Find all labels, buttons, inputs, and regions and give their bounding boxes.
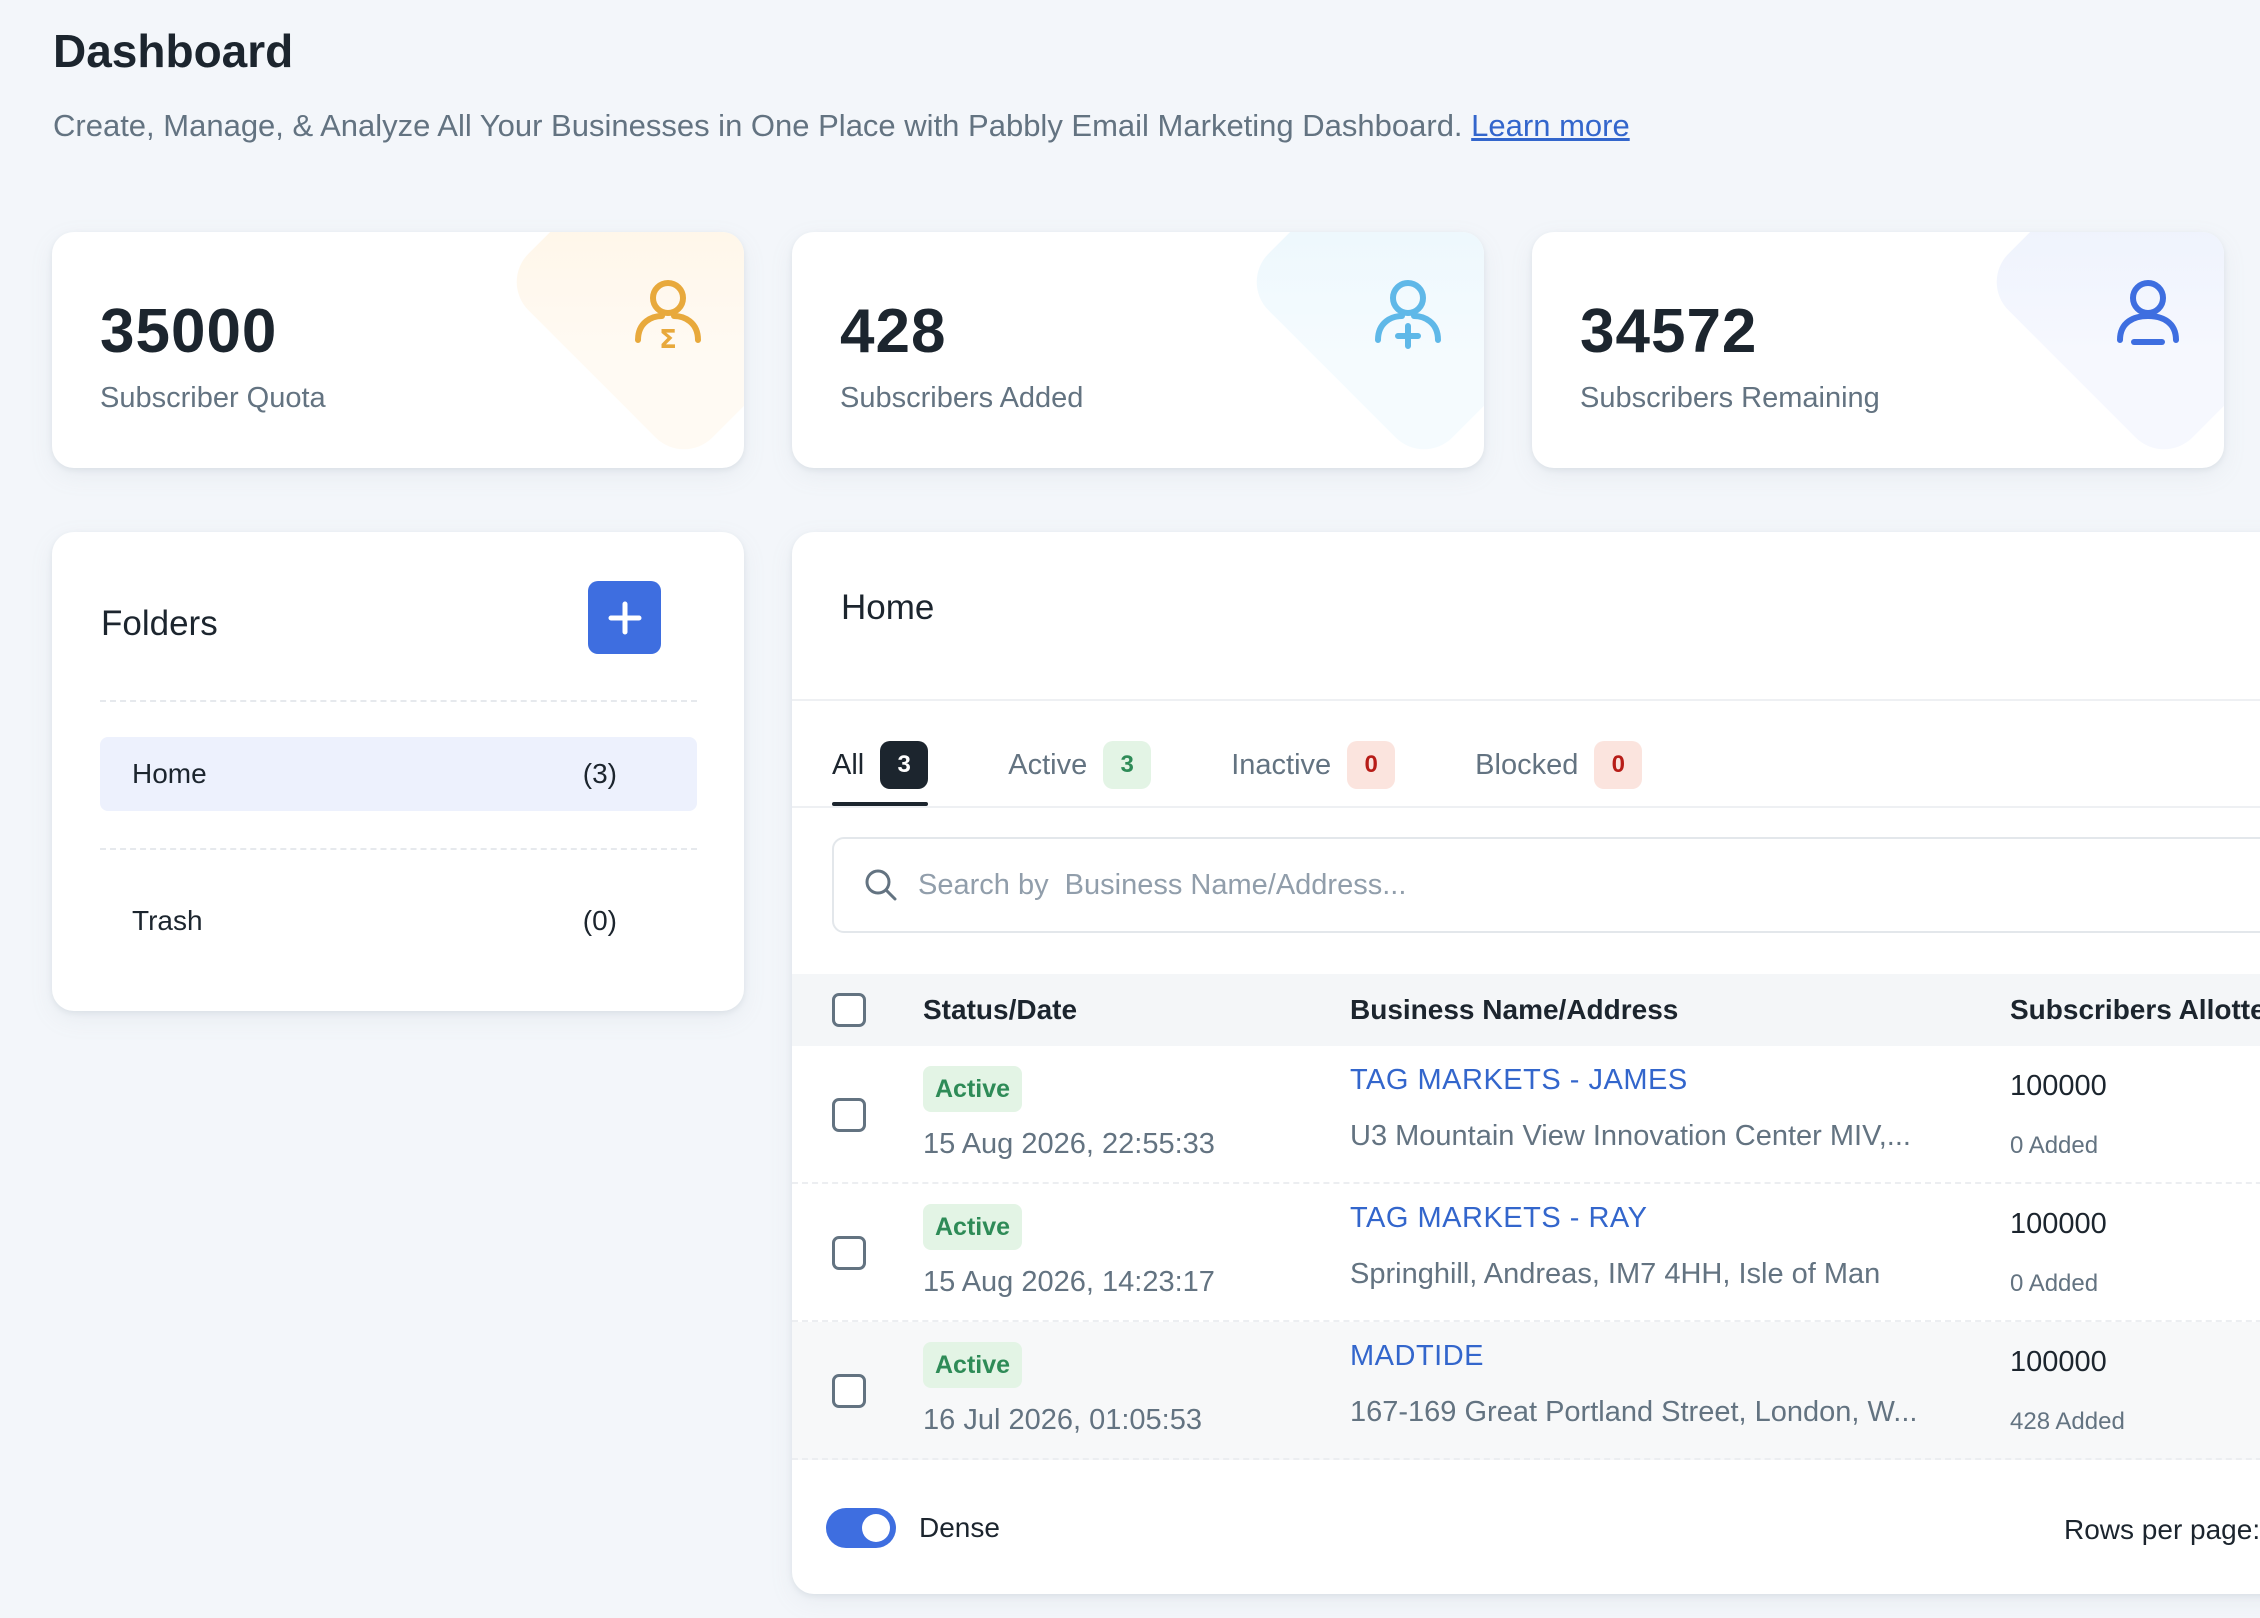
column-header-subscribers[interactable]: Subscribers Allotte — [2010, 974, 2260, 1046]
page-subtitle: Create, Manage, & Analyze All Your Busin… — [53, 108, 1630, 144]
subscribers-allotted: 100000 — [2010, 1070, 2107, 1102]
folder-count: (3) — [582, 758, 617, 789]
select-all-checkbox[interactable] — [832, 993, 866, 1027]
business-name-link[interactable]: TAG MARKETS - RAY — [1350, 1202, 1647, 1235]
subscribers-added: 428 Added — [2010, 1408, 2125, 1435]
folders-title: Folders — [101, 604, 218, 643]
search-icon — [865, 869, 897, 901]
tab-label: Blocked — [1475, 748, 1579, 781]
svg-text:Σ: Σ — [659, 325, 677, 354]
subscribers-added: 0 Added — [2010, 1132, 2099, 1159]
stat-card-subscribers-remaining: 34572 Subscribers Remaining — [1532, 232, 2224, 468]
table-row: Active 16 Jul 2026, 01:05:53 MADTIDE 167… — [792, 1322, 2260, 1460]
user-sigma-icon: Σ — [628, 274, 708, 355]
tab-count-badge: 0 — [1594, 741, 1643, 789]
businesses-panel: Home All 3 Active 3 Inactive 0 Blocked 0… — [792, 532, 2260, 1594]
row-date: 15 Aug 2026, 22:55:33 — [923, 1128, 1215, 1160]
status-badge: Active — [923, 1204, 1023, 1250]
tab-active[interactable]: Active 3 — [1008, 724, 1152, 806]
dense-toggle[interactable] — [826, 1508, 896, 1548]
learn-more-link[interactable]: Learn more — [1471, 108, 1630, 143]
row-date: 16 Jul 2026, 01:05:53 — [923, 1404, 1202, 1436]
stat-label: Subscribers Remaining — [1580, 382, 1880, 414]
business-name-link[interactable]: MADTIDE — [1350, 1340, 1484, 1373]
table-row: Active 15 Aug 2026, 22:55:33 TAG MARKETS… — [792, 1046, 2260, 1184]
stat-label: Subscriber Quota — [100, 382, 326, 414]
stat-value: 35000 — [100, 297, 278, 366]
stat-value: 428 — [840, 297, 947, 366]
tab-label: Inactive — [1231, 748, 1332, 781]
stat-card-subscribers-added: 428 Subscribers Added — [792, 232, 1484, 468]
folder-count: (0) — [582, 905, 617, 936]
subscribers-added: 0 Added — [2010, 1270, 2099, 1297]
add-folder-button[interactable] — [588, 581, 661, 654]
tab-label: All — [832, 748, 865, 781]
status-tabs: All 3 Active 3 Inactive 0 Blocked 0 — [832, 724, 1722, 806]
divider — [792, 699, 2260, 701]
user-plus-icon — [1368, 274, 1448, 354]
folders-panel: Folders Home (3) Trash (0) — [52, 532, 744, 1011]
page-title: Dashboard — [53, 25, 294, 77]
table-header: Status/Date Business Name/Address Subscr… — [792, 974, 2260, 1046]
business-address: Springhill, Andreas, IM7 4HH, Isle of Ma… — [1350, 1258, 1881, 1290]
stat-card-subscriber-quota: Σ 35000 Subscriber Quota — [52, 232, 744, 468]
column-header-business[interactable]: Business Name/Address — [1350, 974, 1678, 1046]
divider — [792, 806, 2260, 808]
toggle-knob — [862, 1514, 890, 1542]
business-address: U3 Mountain View Innovation Center MIV,.… — [1350, 1120, 1911, 1152]
folder-item-home[interactable]: Home (3) — [100, 737, 697, 811]
business-name-link[interactable]: TAG MARKETS - JAMES — [1350, 1064, 1688, 1097]
stat-label: Subscribers Added — [840, 382, 1084, 414]
row-checkbox[interactable] — [832, 1098, 866, 1132]
user-icon — [2108, 274, 2188, 354]
column-header-status-date[interactable]: Status/Date — [923, 974, 1077, 1046]
divider — [100, 700, 697, 702]
row-date: 15 Aug 2026, 14:23:17 — [923, 1266, 1215, 1298]
folder-name: Home — [132, 758, 207, 789]
subtitle-text: Create, Manage, & Analyze All Your Busin… — [53, 108, 1463, 143]
dense-label: Dense — [919, 1512, 1000, 1543]
search-input[interactable] — [918, 868, 2118, 902]
rows-per-page-label: Rows per page: — [2064, 1514, 2260, 1545]
subscribers-allotted: 100000 — [2010, 1346, 2107, 1378]
search-box — [832, 837, 2260, 933]
folder-title: Home — [841, 588, 935, 627]
row-checkbox[interactable] — [832, 1374, 866, 1408]
plus-icon — [608, 601, 641, 634]
tab-label: Active — [1008, 748, 1088, 781]
subscribers-allotted: 100000 — [2010, 1208, 2107, 1240]
folder-name: Trash — [132, 905, 203, 936]
tab-count-badge: 0 — [1347, 741, 1396, 789]
tab-count-badge: 3 — [880, 741, 929, 789]
stat-value: 34572 — [1580, 297, 1758, 366]
business-address: 167-169 Great Portland Street, London, W… — [1350, 1396, 1918, 1428]
tab-count-badge: 3 — [1103, 741, 1152, 789]
row-checkbox[interactable] — [832, 1236, 866, 1270]
table-row: Active 15 Aug 2026, 14:23:17 TAG MARKETS… — [792, 1184, 2260, 1322]
status-badge: Active — [923, 1342, 1023, 1388]
folder-item-trash[interactable]: Trash (0) — [100, 884, 697, 958]
tab-inactive[interactable]: Inactive 0 — [1231, 724, 1396, 806]
divider — [100, 848, 697, 850]
status-badge: Active — [923, 1066, 1023, 1112]
tab-all[interactable]: All 3 — [832, 724, 929, 806]
tab-blocked[interactable]: Blocked 0 — [1475, 724, 1643, 806]
